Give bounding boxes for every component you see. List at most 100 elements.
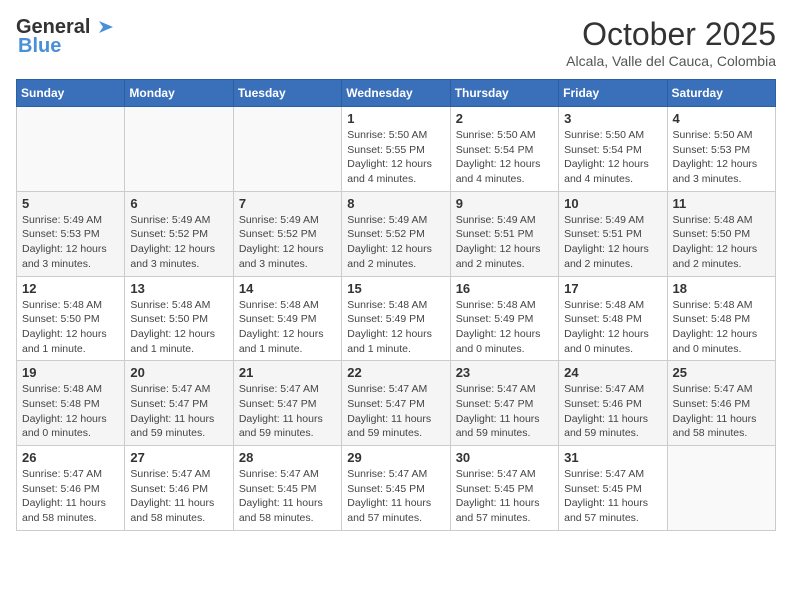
weekday-header-wednesday: Wednesday — [342, 80, 450, 107]
calendar-cell: 21 Sunrise: 5:47 AM Sunset: 5:47 PM Dayli… — [233, 361, 341, 446]
month-title: October 2025 — [566, 16, 776, 53]
calendar-cell: 29Sunrise: 5:47 AM Sunset: 5:45 PM Dayli… — [342, 446, 450, 531]
calendar-week-3: 12 Sunrise: 5:48 AM Sunset: 5:50 PM Dayli… — [17, 276, 776, 361]
day-info: Sunrise: 5:50 AM Sunset: 5:55 PM Dayligh… — [347, 128, 444, 187]
day-number: 21 — [239, 365, 336, 380]
day-info: Sunrise: 5:48 AM Sunset: 5:48 PM Dayligh… — [564, 298, 661, 357]
day-number: 15 — [347, 281, 444, 296]
title-section: October 2025 Alcala, Valle del Cauca, Co… — [566, 16, 776, 69]
day-number: 16 — [456, 281, 553, 296]
day-info: Sunrise: 5:47 AM Sunset: 5:47 PM Dayligh… — [130, 382, 227, 441]
calendar-cell — [17, 107, 125, 192]
weekday-header-sunday: Sunday — [17, 80, 125, 107]
weekday-header-friday: Friday — [559, 80, 667, 107]
calendar-week-2: 5Sunrise: 5:49 AM Sunset: 5:53 PM Daylig… — [17, 191, 776, 276]
day-number: 3 — [564, 111, 661, 126]
calendar-cell: 25 Sunrise: 5:47 AM Sunset: 5:46 PM Dayli… — [667, 361, 775, 446]
calendar-cell: 28 Sunrise: 5:47 AM Sunset: 5:45 PM Dayli… — [233, 446, 341, 531]
weekday-header-row: SundayMondayTuesdayWednesdayThursdayFrid… — [17, 80, 776, 107]
day-info: Sunrise: 5:48 AM Sunset: 5:50 PM Dayligh… — [673, 213, 770, 272]
calendar-cell: 7 Sunrise: 5:49 AM Sunset: 5:52 PM Daylig… — [233, 191, 341, 276]
day-info: Sunrise: 5:47 AM Sunset: 5:46 PM Dayligh… — [673, 382, 770, 441]
calendar-cell: 9 Sunrise: 5:49 AM Sunset: 5:51 PM Daylig… — [450, 191, 558, 276]
day-info: Sunrise: 5:49 AM Sunset: 5:52 PM Dayligh… — [239, 213, 336, 272]
calendar-cell: 23 Sunrise: 5:47 AM Sunset: 5:47 PM Dayli… — [450, 361, 558, 446]
calendar-cell: 22Sunrise: 5:47 AM Sunset: 5:47 PM Dayli… — [342, 361, 450, 446]
calendar-cell: 31Sunrise: 5:47 AM Sunset: 5:45 PM Dayli… — [559, 446, 667, 531]
day-info: Sunrise: 5:47 AM Sunset: 5:45 PM Dayligh… — [347, 467, 444, 526]
logo-blue: Blue — [18, 35, 61, 58]
day-number: 11 — [673, 196, 770, 211]
day-info: Sunrise: 5:48 AM Sunset: 5:48 PM Dayligh… — [673, 298, 770, 357]
day-info: Sunrise: 5:49 AM Sunset: 5:51 PM Dayligh… — [456, 213, 553, 272]
day-number: 14 — [239, 281, 336, 296]
day-number: 13 — [130, 281, 227, 296]
day-info: Sunrise: 5:47 AM Sunset: 5:46 PM Dayligh… — [130, 467, 227, 526]
day-info: Sunrise: 5:49 AM Sunset: 5:52 PM Dayligh… — [347, 213, 444, 272]
day-info: Sunrise: 5:48 AM Sunset: 5:48 PM Dayligh… — [22, 382, 119, 441]
day-number: 30 — [456, 450, 553, 465]
calendar-cell: 8 Sunrise: 5:49 AM Sunset: 5:52 PM Daylig… — [342, 191, 450, 276]
calendar-cell: 12 Sunrise: 5:48 AM Sunset: 5:50 PM Dayli… — [17, 276, 125, 361]
calendar-week-1: 1Sunrise: 5:50 AM Sunset: 5:55 PM Daylig… — [17, 107, 776, 192]
day-number: 20 — [130, 365, 227, 380]
day-info: Sunrise: 5:49 AM Sunset: 5:53 PM Dayligh… — [22, 213, 119, 272]
day-info: Sunrise: 5:47 AM Sunset: 5:47 PM Dayligh… — [456, 382, 553, 441]
day-info: Sunrise: 5:50 AM Sunset: 5:54 PM Dayligh… — [564, 128, 661, 187]
calendar-cell: 24 Sunrise: 5:47 AM Sunset: 5:46 PM Dayli… — [559, 361, 667, 446]
calendar-cell: 11 Sunrise: 5:48 AM Sunset: 5:50 PM Dayli… — [667, 191, 775, 276]
day-number: 7 — [239, 196, 336, 211]
calendar-cell: 16 Sunrise: 5:48 AM Sunset: 5:49 PM Dayli… — [450, 276, 558, 361]
day-info: Sunrise: 5:47 AM Sunset: 5:45 PM Dayligh… — [239, 467, 336, 526]
calendar-cell: 10 Sunrise: 5:49 AM Sunset: 5:51 PM Dayli… — [559, 191, 667, 276]
day-number: 17 — [564, 281, 661, 296]
weekday-header-thursday: Thursday — [450, 80, 558, 107]
calendar-cell: 18Sunrise: 5:48 AM Sunset: 5:48 PM Dayli… — [667, 276, 775, 361]
weekday-header-monday: Monday — [125, 80, 233, 107]
day-info: Sunrise: 5:48 AM Sunset: 5:50 PM Dayligh… — [130, 298, 227, 357]
calendar-cell: 3 Sunrise: 5:50 AM Sunset: 5:54 PM Daylig… — [559, 107, 667, 192]
day-info: Sunrise: 5:47 AM Sunset: 5:45 PM Dayligh… — [456, 467, 553, 526]
calendar-week-4: 19 Sunrise: 5:48 AM Sunset: 5:48 PM Dayli… — [17, 361, 776, 446]
calendar-cell: 2Sunrise: 5:50 AM Sunset: 5:54 PM Daylig… — [450, 107, 558, 192]
day-number: 25 — [673, 365, 770, 380]
day-number: 26 — [22, 450, 119, 465]
day-number: 24 — [564, 365, 661, 380]
calendar-cell: 13 Sunrise: 5:48 AM Sunset: 5:50 PM Dayli… — [125, 276, 233, 361]
calendar-cell: 4 Sunrise: 5:50 AM Sunset: 5:53 PM Daylig… — [667, 107, 775, 192]
calendar-cell: 14Sunrise: 5:48 AM Sunset: 5:49 PM Dayli… — [233, 276, 341, 361]
calendar-cell: 19 Sunrise: 5:48 AM Sunset: 5:48 PM Dayli… — [17, 361, 125, 446]
calendar-cell: 26Sunrise: 5:47 AM Sunset: 5:46 PM Dayli… — [17, 446, 125, 531]
calendar-week-5: 26 Sunrise: 5:47 AM Sunset: 5:46 PM Dayli… — [17, 446, 776, 531]
calendar-cell — [667, 446, 775, 531]
calendar-cell: 1Sunrise: 5:50 AM Sunset: 5:55 PM Daylig… — [342, 107, 450, 192]
day-info: Sunrise: 5:48 AM Sunset: 5:49 PM Dayligh… — [347, 298, 444, 357]
weekday-header-tuesday: Tuesday — [233, 80, 341, 107]
day-number: 10 — [564, 196, 661, 211]
day-number: 8 — [347, 196, 444, 211]
day-info: Sunrise: 5:49 AM Sunset: 5:51 PM Dayligh… — [564, 213, 661, 272]
day-number: 19 — [22, 365, 119, 380]
day-info: Sunrise: 5:47 AM Sunset: 5:46 PM Dayligh… — [564, 382, 661, 441]
weekday-header-saturday: Saturday — [667, 80, 775, 107]
location: Alcala, Valle del Cauca, Colombia — [566, 53, 776, 69]
calendar-cell — [233, 107, 341, 192]
day-number: 23 — [456, 365, 553, 380]
day-number: 9 — [456, 196, 553, 211]
calendar-cell: 27Sunrise: 5:47 AM Sunset: 5:46 PM Dayli… — [125, 446, 233, 531]
calendar-cell: 20 Sunrise: 5:47 AM Sunset: 5:47 PM Dayli… — [125, 361, 233, 446]
day-number: 12 — [22, 281, 119, 296]
day-info: Sunrise: 5:50 AM Sunset: 5:54 PM Dayligh… — [456, 128, 553, 187]
calendar-cell: 6Sunrise: 5:49 AM Sunset: 5:52 PM Daylig… — [125, 191, 233, 276]
day-number: 28 — [239, 450, 336, 465]
calendar-cell: 15 Sunrise: 5:48 AM Sunset: 5:49 PM Dayli… — [342, 276, 450, 361]
day-info: Sunrise: 5:47 AM Sunset: 5:47 PM Dayligh… — [239, 382, 336, 441]
day-info: Sunrise: 5:50 AM Sunset: 5:53 PM Dayligh… — [673, 128, 770, 187]
page-header: General Blue October 2025 Alcala, Valle … — [16, 16, 776, 69]
day-info: Sunrise: 5:48 AM Sunset: 5:50 PM Dayligh… — [22, 298, 119, 357]
day-info: Sunrise: 5:48 AM Sunset: 5:49 PM Dayligh… — [456, 298, 553, 357]
calendar-cell: 17 Sunrise: 5:48 AM Sunset: 5:48 PM Dayli… — [559, 276, 667, 361]
day-number: 22 — [347, 365, 444, 380]
day-number: 31 — [564, 450, 661, 465]
day-number: 4 — [673, 111, 770, 126]
